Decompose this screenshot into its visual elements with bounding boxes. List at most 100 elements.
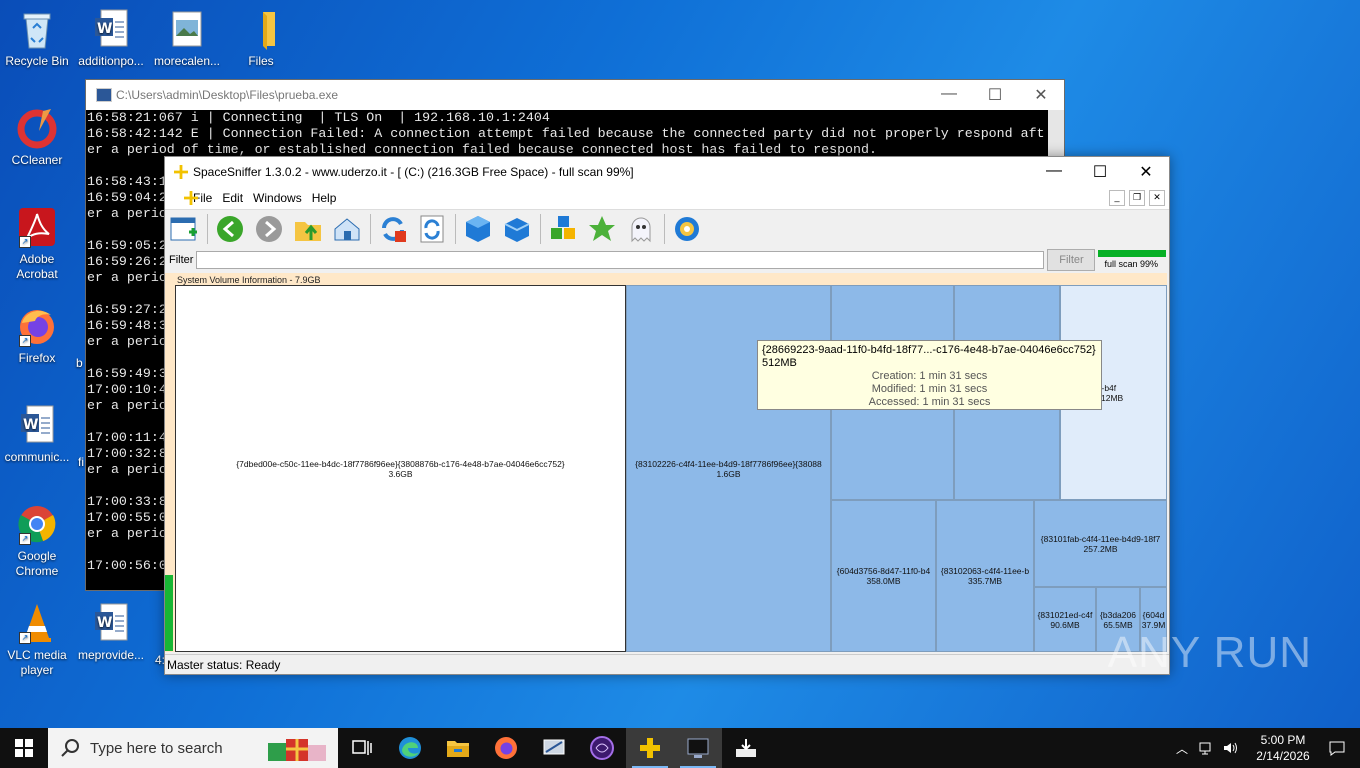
vlc-icon: ↗ (17, 602, 57, 644)
block-name: {604d3756-8d47-11f0-b4 (836, 566, 931, 576)
spacesniffer-app-icon (174, 165, 188, 179)
system-tray: ︿ 5:00 PM 2/14/2026 (1176, 732, 1360, 764)
desktop-icon-adobe-acrobat[interactable]: ↗ Adobe Acrobat (0, 206, 74, 282)
treemap-block[interactable]: {604d3756-8d47-11f0-b4 358.0MB (831, 500, 936, 652)
console-maximize-button[interactable]: ☐ (972, 85, 1018, 105)
ghost-button[interactable] (625, 213, 657, 245)
spacesniffer-titlebar[interactable]: SpaceSniffer 1.3.0.2 - www.uderzo.it - [… (165, 157, 1169, 187)
shortcut-arrow-icon: ↗ (19, 236, 31, 248)
desktop-icon-additionpo[interactable]: W additionpo... (74, 8, 148, 69)
notification-icon[interactable] (1328, 740, 1346, 756)
spacesniffer-maximize-button[interactable]: ☐ (1077, 162, 1123, 182)
taskbar-edge[interactable] (386, 728, 434, 768)
toolbar (165, 209, 1169, 248)
tray-overflow-chevron-icon[interactable]: ︿ (1176, 740, 1188, 757)
clock-date: 2/14/2026 (1256, 749, 1310, 763)
desktop-icon-morecalen[interactable]: morecalen... (150, 8, 224, 69)
console-title: C:\Users\admin\Desktop\Files\prueba.exe (116, 88, 339, 102)
taskbar-app-3[interactable] (722, 728, 770, 768)
filter-input[interactable] (196, 251, 1045, 269)
spacesniffer-minimize-button[interactable]: — (1031, 162, 1077, 182)
acrobat-icon: ↗ (17, 206, 57, 248)
menu-windows[interactable]: Windows (253, 191, 302, 205)
spacesniffer-window[interactable]: SpaceSniffer 1.3.0.2 - www.uderzo.it - [… (164, 156, 1170, 675)
block-name: {83102226-c4f4-11ee-b4d9-18f7786f96ee}{3… (635, 458, 822, 469)
console-close-button[interactable]: ✕ (1018, 85, 1064, 105)
volume-icon[interactable] (1222, 740, 1240, 756)
new-view-button[interactable] (168, 213, 200, 245)
spacesniffer-close-button[interactable]: ✕ (1123, 162, 1169, 182)
block-name: {83101fab-c4f4-11ee-b4d9-18f7 (1040, 533, 1161, 544)
console-scrollbar[interactable] (1048, 110, 1064, 158)
parent-folder-button[interactable] (292, 213, 324, 245)
filter-label: Filter (169, 254, 194, 266)
toolbar-separator (540, 214, 541, 244)
forward-button[interactable] (253, 213, 285, 245)
taskbar-file-explorer[interactable] (434, 728, 482, 768)
filter-button[interactable]: Filter (1047, 249, 1096, 271)
mdi-close-button[interactable]: ✕ (1149, 190, 1165, 206)
mdi-restore-button[interactable]: ❐ (1129, 190, 1145, 206)
menu-edit[interactable]: Edit (222, 191, 243, 205)
chrome-icon: ↗ (17, 503, 57, 545)
taskbar: Type here to search ︿ 5:00 PM 2/14/2026 (0, 728, 1360, 768)
word-document-icon: W (91, 8, 131, 50)
rescan-button[interactable] (416, 213, 448, 245)
settings-button[interactable] (671, 213, 703, 245)
mdi-minimize-button[interactable]: _ (1109, 190, 1125, 206)
anyrun-watermark: ANY RUN (1107, 628, 1312, 677)
treemap-tooltip: {28669223-9aad-11f0-b4fd-18f77...-c176-4… (757, 340, 1102, 410)
block-name: {7dbed00e-c50c-11ee-b4dc-18f7786f96ee}{3… (236, 458, 565, 469)
taskbar-spacesniffer[interactable] (626, 728, 674, 768)
image-file-icon (167, 8, 207, 50)
desktop-icon-firefox[interactable]: ↗ Firefox (0, 305, 74, 366)
treemap[interactable]: System Volume Information - 7.9GB {7dbed… (165, 273, 1167, 652)
desktop-icon-google-chrome[interactable]: ↗ Google Chrome (0, 503, 74, 579)
firefox-icon (495, 737, 517, 759)
tags-button[interactable] (547, 213, 579, 245)
block-name: {604d (1142, 609, 1165, 620)
treemap-block[interactable]: {83101fab-c4f4-11ee-b4d9-18f7 257.2MB (1034, 500, 1167, 587)
desktop-partial-label: fi (78, 455, 84, 469)
desktop-icon-communic[interactable]: W communic... (0, 404, 74, 465)
shortcut-arrow-icon: ↗ (19, 533, 31, 545)
taskbar-app-1[interactable] (530, 728, 578, 768)
home-button[interactable] (331, 213, 363, 245)
svg-text:W: W (97, 21, 112, 37)
blue-cube-open-icon (504, 218, 530, 242)
menu-bar: File Edit Windows Help _ ❐ ✕ (165, 187, 1169, 209)
treemap-block[interactable]: {83102063-c4f4-11ee-b 335.7MB (936, 500, 1034, 652)
desktop-icon-meprovide[interactable]: W meprovide... (74, 602, 148, 663)
start-button[interactable] (0, 728, 48, 768)
edge-icon (399, 737, 421, 759)
favorites-button[interactable] (586, 213, 618, 245)
desktop-icon-files[interactable]: Files (224, 8, 298, 69)
ccleaner-icon (17, 107, 57, 149)
desktop-icon-vlc[interactable]: ↗ VLC media player (0, 602, 74, 678)
desktop-icon-ccleaner[interactable]: CCleaner (0, 107, 74, 168)
filter-row: Filter Filter full scan 99% (165, 248, 1169, 272)
back-button[interactable] (214, 213, 246, 245)
taskbar-search[interactable]: Type here to search (48, 728, 338, 768)
network-tool-icon (543, 739, 565, 755)
taskbar-app-2[interactable] (578, 728, 626, 768)
treemap-block[interactable]: {831021ed-c4f 90.6MB (1034, 587, 1096, 652)
block-size: 1.6GB (716, 468, 741, 479)
desktop-icon-recycle-bin[interactable]: Recycle Bin (0, 8, 74, 69)
zoom-in-button[interactable] (462, 213, 494, 245)
zoom-out-button[interactable] (501, 213, 533, 245)
toolbar-separator (455, 214, 456, 244)
console-titlebar[interactable]: C:\Users\admin\Desktop\Files\prueba.exe … (86, 80, 1064, 110)
treemap-block[interactable]: {7dbed00e-c50c-11ee-b4dc-18f7786f96ee}{3… (175, 285, 626, 652)
windows-logo-icon (15, 739, 33, 757)
shortcut-arrow-icon: ↗ (19, 632, 31, 644)
taskbar-console[interactable] (674, 728, 722, 768)
taskbar-firefox[interactable] (482, 728, 530, 768)
console-minimize-button[interactable]: — (926, 85, 972, 105)
task-view-button[interactable] (338, 728, 386, 768)
clock[interactable]: 5:00 PM 2/14/2026 (1248, 732, 1318, 764)
menu-help[interactable]: Help (312, 191, 337, 205)
network-icon[interactable] (1198, 740, 1214, 756)
refresh-button[interactable] (377, 213, 409, 245)
toolbar-separator (207, 214, 208, 244)
